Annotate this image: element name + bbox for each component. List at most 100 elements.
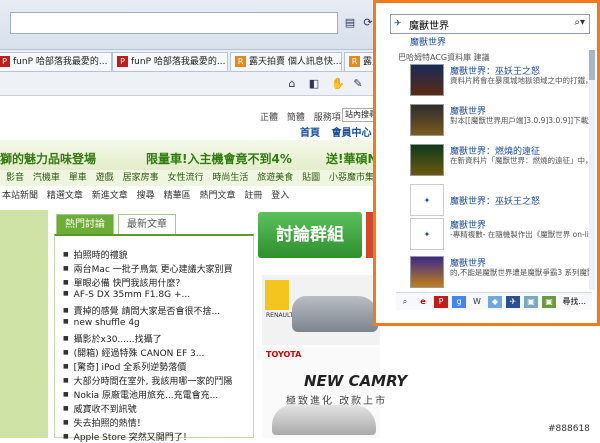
subnav-item[interactable]: 精選文章 xyxy=(47,191,83,201)
address-bar[interactable] xyxy=(10,12,338,34)
cat-item[interactable]: 影音 xyxy=(6,173,24,183)
result-desc: 的,不能是魔獸世界遭是魔獸爭霸3 系列魔獸世界背景是下於這塊... xyxy=(450,268,592,277)
list-item[interactable]: 單眼必備 快門我該用什麼？ xyxy=(63,276,185,289)
search-icon[interactable]: ⌕ xyxy=(398,296,412,308)
slogan-right[interactable]: 送!華碩N xyxy=(326,150,378,167)
list-item[interactable]: (開箱) 經過特殊 CANON EF 3... xyxy=(63,346,205,359)
list-item[interactable]: 拍照時的禮貌 xyxy=(63,248,128,261)
list-item[interactable]: 兩台Mac 一批子鳥氣 更心建議大家別買 xyxy=(63,262,233,275)
result-desc: 對本[[魔獸世界用戶端]3.0.9]3.0.9]]下載連本[[魔獸世界用戶端]3… xyxy=(450,116,592,125)
renault-logo-icon xyxy=(265,280,289,310)
compat-icon[interactable]: ▤ xyxy=(342,15,358,31)
subnav-item[interactable]: 新進文章 xyxy=(92,191,128,201)
windows-live-icon[interactable]: ◆ xyxy=(488,296,502,308)
link-simplified[interactable]: 簡體 xyxy=(287,113,305,123)
tab-ruten-1[interactable]: R 露天拍賣 個人訊息快... xyxy=(230,52,342,71)
search-icon[interactable]: ⌕▾ xyxy=(574,17,585,28)
cat-item[interactable]: 旅遊美食 xyxy=(257,173,293,183)
subnav-item[interactable]: 熱門文章 xyxy=(199,191,235,201)
game-thumbnail xyxy=(410,144,444,176)
scrollbar[interactable] xyxy=(589,50,595,290)
tab-favicon-icon: P xyxy=(0,56,10,67)
tab-funp-1[interactable]: PfunP 哈部落我最愛的... xyxy=(0,52,112,71)
link-traditional[interactable]: 正體 xyxy=(260,113,278,123)
car-image xyxy=(292,296,378,332)
tab-funp-2[interactable]: PfunP 哈部落我最愛的... xyxy=(112,52,228,71)
feed-icon[interactable]: ◧ xyxy=(306,76,322,92)
suggestion-item[interactable]: 魔獸世界 xyxy=(396,37,588,50)
cat-item[interactable]: 居家房事 xyxy=(123,173,159,183)
search-engine-icon[interactable]: ✈ xyxy=(394,18,406,30)
car-image xyxy=(272,405,376,435)
cat-item[interactable]: 時尚生活 xyxy=(212,173,248,183)
subnav-item[interactable]: 本站新聞 xyxy=(2,191,38,201)
tab-favicon-icon: P xyxy=(117,56,128,67)
hand-icon[interactable]: ✋ xyxy=(330,76,346,92)
list-item[interactable]: Apple Store 突然又開門了！ xyxy=(63,430,192,443)
subnav-item[interactable]: 精華區 xyxy=(164,191,191,201)
list-item[interactable]: 攝影於x30......找攝了 xyxy=(63,332,162,345)
list-item[interactable]: 威寶收不到訊號 xyxy=(63,402,137,415)
slogan-mid[interactable]: 限量車!入主機會竟不到4% xyxy=(146,150,292,167)
camry-title: NEW CAMRY xyxy=(304,372,408,390)
game-thumbnail xyxy=(410,104,444,136)
result-row[interactable]: ✦ 魔獸世界：巫妖王之怒 xyxy=(396,184,592,216)
search-query[interactable]: 魔獸世界 xyxy=(409,17,449,32)
tab-favicon-icon: R xyxy=(349,56,360,67)
result-desc: 在新資料片「魔獸世界：燃燒的遠征」中，玩家將被擁有扣多 70 級... xyxy=(450,156,592,165)
list-item[interactable]: 失去拍照的熱情！ xyxy=(63,416,146,429)
pen-icon[interactable]: ✎ xyxy=(350,76,366,92)
tab-hot[interactable]: 熱門討論 xyxy=(56,214,114,234)
bahamut-icon[interactable]: ✈ xyxy=(506,296,520,308)
watermark-text: #888618 xyxy=(548,424,590,434)
home-icon[interactable]: ⌂ xyxy=(284,76,300,92)
result-title: 魔獸世界：巫妖王之怒 xyxy=(450,197,541,207)
game-thumbnail xyxy=(410,64,444,96)
cat-item[interactable]: 小惡魔市集 xyxy=(329,173,374,183)
result-row[interactable]: 魔獸世界：巫妖王之怒 資料片將會在暴風城地獄領域之中的打鐵，為了弱小魔獸瘋領袖參… xyxy=(396,64,592,96)
left-ad-column xyxy=(0,210,48,438)
toyota-label: TOYOTA xyxy=(266,350,302,359)
result-row[interactable]: 魔獸世界 對本[[魔獸世界用戶端]3.0.9]3.0.9]]下載連本[[魔獸世界… xyxy=(396,104,592,136)
ebay-icon[interactable]: e xyxy=(416,296,430,308)
result-row[interactable]: ✦ 魔獸世界 -專精複數- 在隨機製作出《魔獸世界 on-line》(PC-線上… xyxy=(396,218,592,250)
subnav-item[interactable]: 註冊 xyxy=(244,191,262,201)
renault-label: RENAULT xyxy=(266,312,294,319)
subnav-item[interactable]: 搜尋 xyxy=(137,191,155,201)
article-tabs: 熱門討論 最新文章 xyxy=(56,214,256,234)
list-item[interactable]: 賣掉的感覺 請問大家是否會很不捨... xyxy=(63,304,220,317)
funp-icon[interactable]: P xyxy=(434,296,448,308)
cat-item[interactable]: 汽機車 xyxy=(33,173,60,183)
link-home[interactable]: 首頁 xyxy=(300,128,320,139)
subnav-item[interactable]: 登入 xyxy=(271,191,289,201)
result-desc: 資料片將會在暴風城地獄領域之中的打鐵，為了弱小魔獸瘋領袖參越... xyxy=(450,76,592,85)
tab-favicon-icon: R xyxy=(235,56,246,67)
link-member-center[interactable]: 會員中心 xyxy=(331,128,371,139)
news-list: 拍照時的禮貌 兩台Mac 一批子鳥氣 更心建議大家別買 單眼必備 快門我該用什麼… xyxy=(54,234,254,443)
result-row[interactable]: 魔獸世界 的,不能是魔獸世界遭是魔獸爭霸3 系列魔獸世界背景是下於這塊... xyxy=(396,256,592,288)
scrollbar-thumb[interactable] xyxy=(589,50,595,80)
provider-icon[interactable]: ▣ xyxy=(524,296,538,308)
find-button[interactable]: 尋找... xyxy=(562,296,586,307)
list-item[interactable]: Nokia 原廠電池用旅充...充電會充... xyxy=(63,388,219,401)
list-item[interactable]: [驚奇] iPod 全系列逆勢落價 xyxy=(63,360,187,373)
cat-item[interactable]: 貼圖 xyxy=(302,173,320,183)
search-box[interactable]: ✈ 魔獸世界 ⌕▾ xyxy=(390,14,590,34)
discussion-group-button[interactable]: 討論群組 xyxy=(258,212,362,258)
cat-item[interactable]: 單車 xyxy=(69,173,87,183)
top-links: 正體 簡體 服務項 xyxy=(260,110,347,123)
search-provider-bar: ⌕ e P g W ◆ ✈ ▣ ▣ 尋找... xyxy=(396,292,592,310)
command-bar xyxy=(0,72,380,96)
list-item[interactable]: 大部分時間在室外, 我該用哪一家的鬥陽 xyxy=(63,374,233,387)
slogan-left[interactable]: 獅的魅力品味登場 xyxy=(0,150,96,167)
tab-new[interactable]: 最新文章 xyxy=(118,214,176,234)
link-services[interactable]: 服務項 xyxy=(314,113,341,123)
result-row[interactable]: 魔獸世界：燃燒的遠征 在新資料片「魔獸世界：燃燒的遠征」中，玩家將被擁有扣多 7… xyxy=(396,144,592,176)
wikipedia-icon[interactable]: W xyxy=(470,296,484,308)
google-icon[interactable]: g xyxy=(452,296,466,308)
cat-item[interactable]: 女性流行 xyxy=(167,173,203,183)
cat-item[interactable]: 遊戲 xyxy=(96,173,114,183)
provider-icon[interactable]: ▣ xyxy=(542,296,556,308)
list-item[interactable]: new shuffle 4g xyxy=(63,318,140,328)
list-item[interactable]: AF-S DX 35mm F1.8G +... xyxy=(63,290,190,300)
